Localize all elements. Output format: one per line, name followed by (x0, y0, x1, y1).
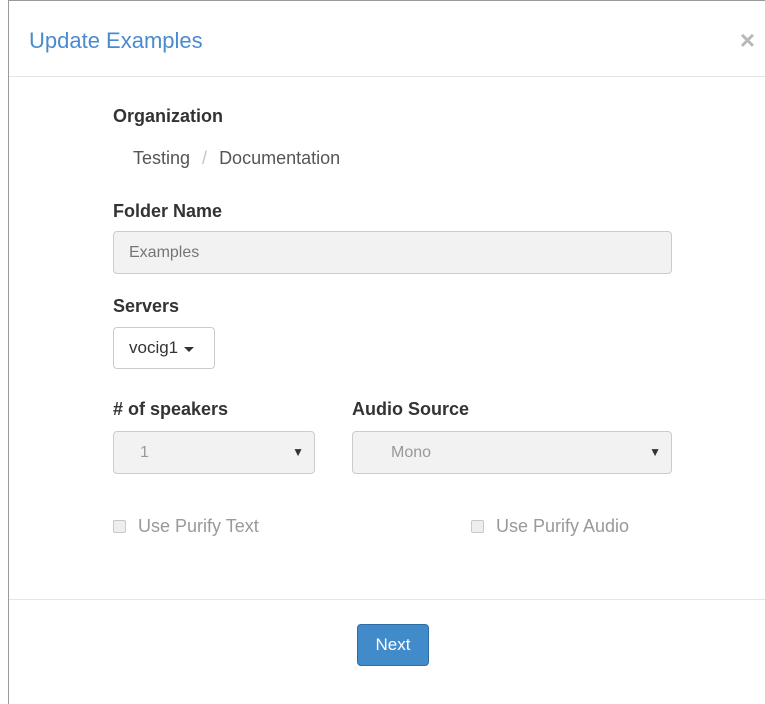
close-icon[interactable]: × (740, 27, 755, 53)
purify-text-checkbox[interactable] (113, 520, 126, 533)
organization-label: Organization (113, 106, 224, 126)
breadcrumb-item-testing[interactable]: Testing (133, 148, 190, 168)
speakers-selected: 1 (140, 443, 149, 461)
breadcrumb-separator: / (202, 148, 208, 168)
speakers-label: # of speakers (113, 399, 229, 419)
audio-source-selected: Mono (391, 443, 432, 461)
next-button[interactable]: Next (357, 624, 429, 666)
purify-text-label: Use Purify Text (138, 516, 259, 536)
purify-audio-label: Use Purify Audio (496, 516, 630, 536)
speakers-select[interactable]: 1 ▼ (113, 431, 315, 474)
select-arrow-icon: ▼ (649, 445, 661, 459)
audio-source-select[interactable]: Mono ▼ (352, 431, 672, 474)
purify-text-option[interactable]: Use Purify Text (113, 516, 259, 537)
footer-divider (9, 599, 765, 600)
purify-audio-option[interactable]: Use Purify Audio (471, 516, 629, 537)
servers-dropdown[interactable]: vocig1 (113, 327, 215, 369)
folder-name-label: Folder Name (113, 201, 223, 221)
audio-source-label: Audio Source (352, 399, 470, 419)
folder-name-input[interactable] (113, 231, 672, 274)
servers-label: Servers (113, 296, 180, 316)
caret-down-icon (184, 346, 195, 352)
breadcrumb: Testing / Documentation (133, 148, 340, 169)
purify-audio-checkbox[interactable] (471, 520, 484, 533)
update-dialog: Update Examples × Organization Testing / D… (8, 0, 765, 704)
dialog-header: Update Examples × (9, 1, 765, 77)
servers-selected: vocig1 (129, 338, 179, 357)
breadcrumb-item-documentation: Documentation (219, 148, 341, 168)
dialog-title: Update Examples (29, 28, 203, 53)
select-arrow-icon: ▼ (292, 445, 304, 459)
